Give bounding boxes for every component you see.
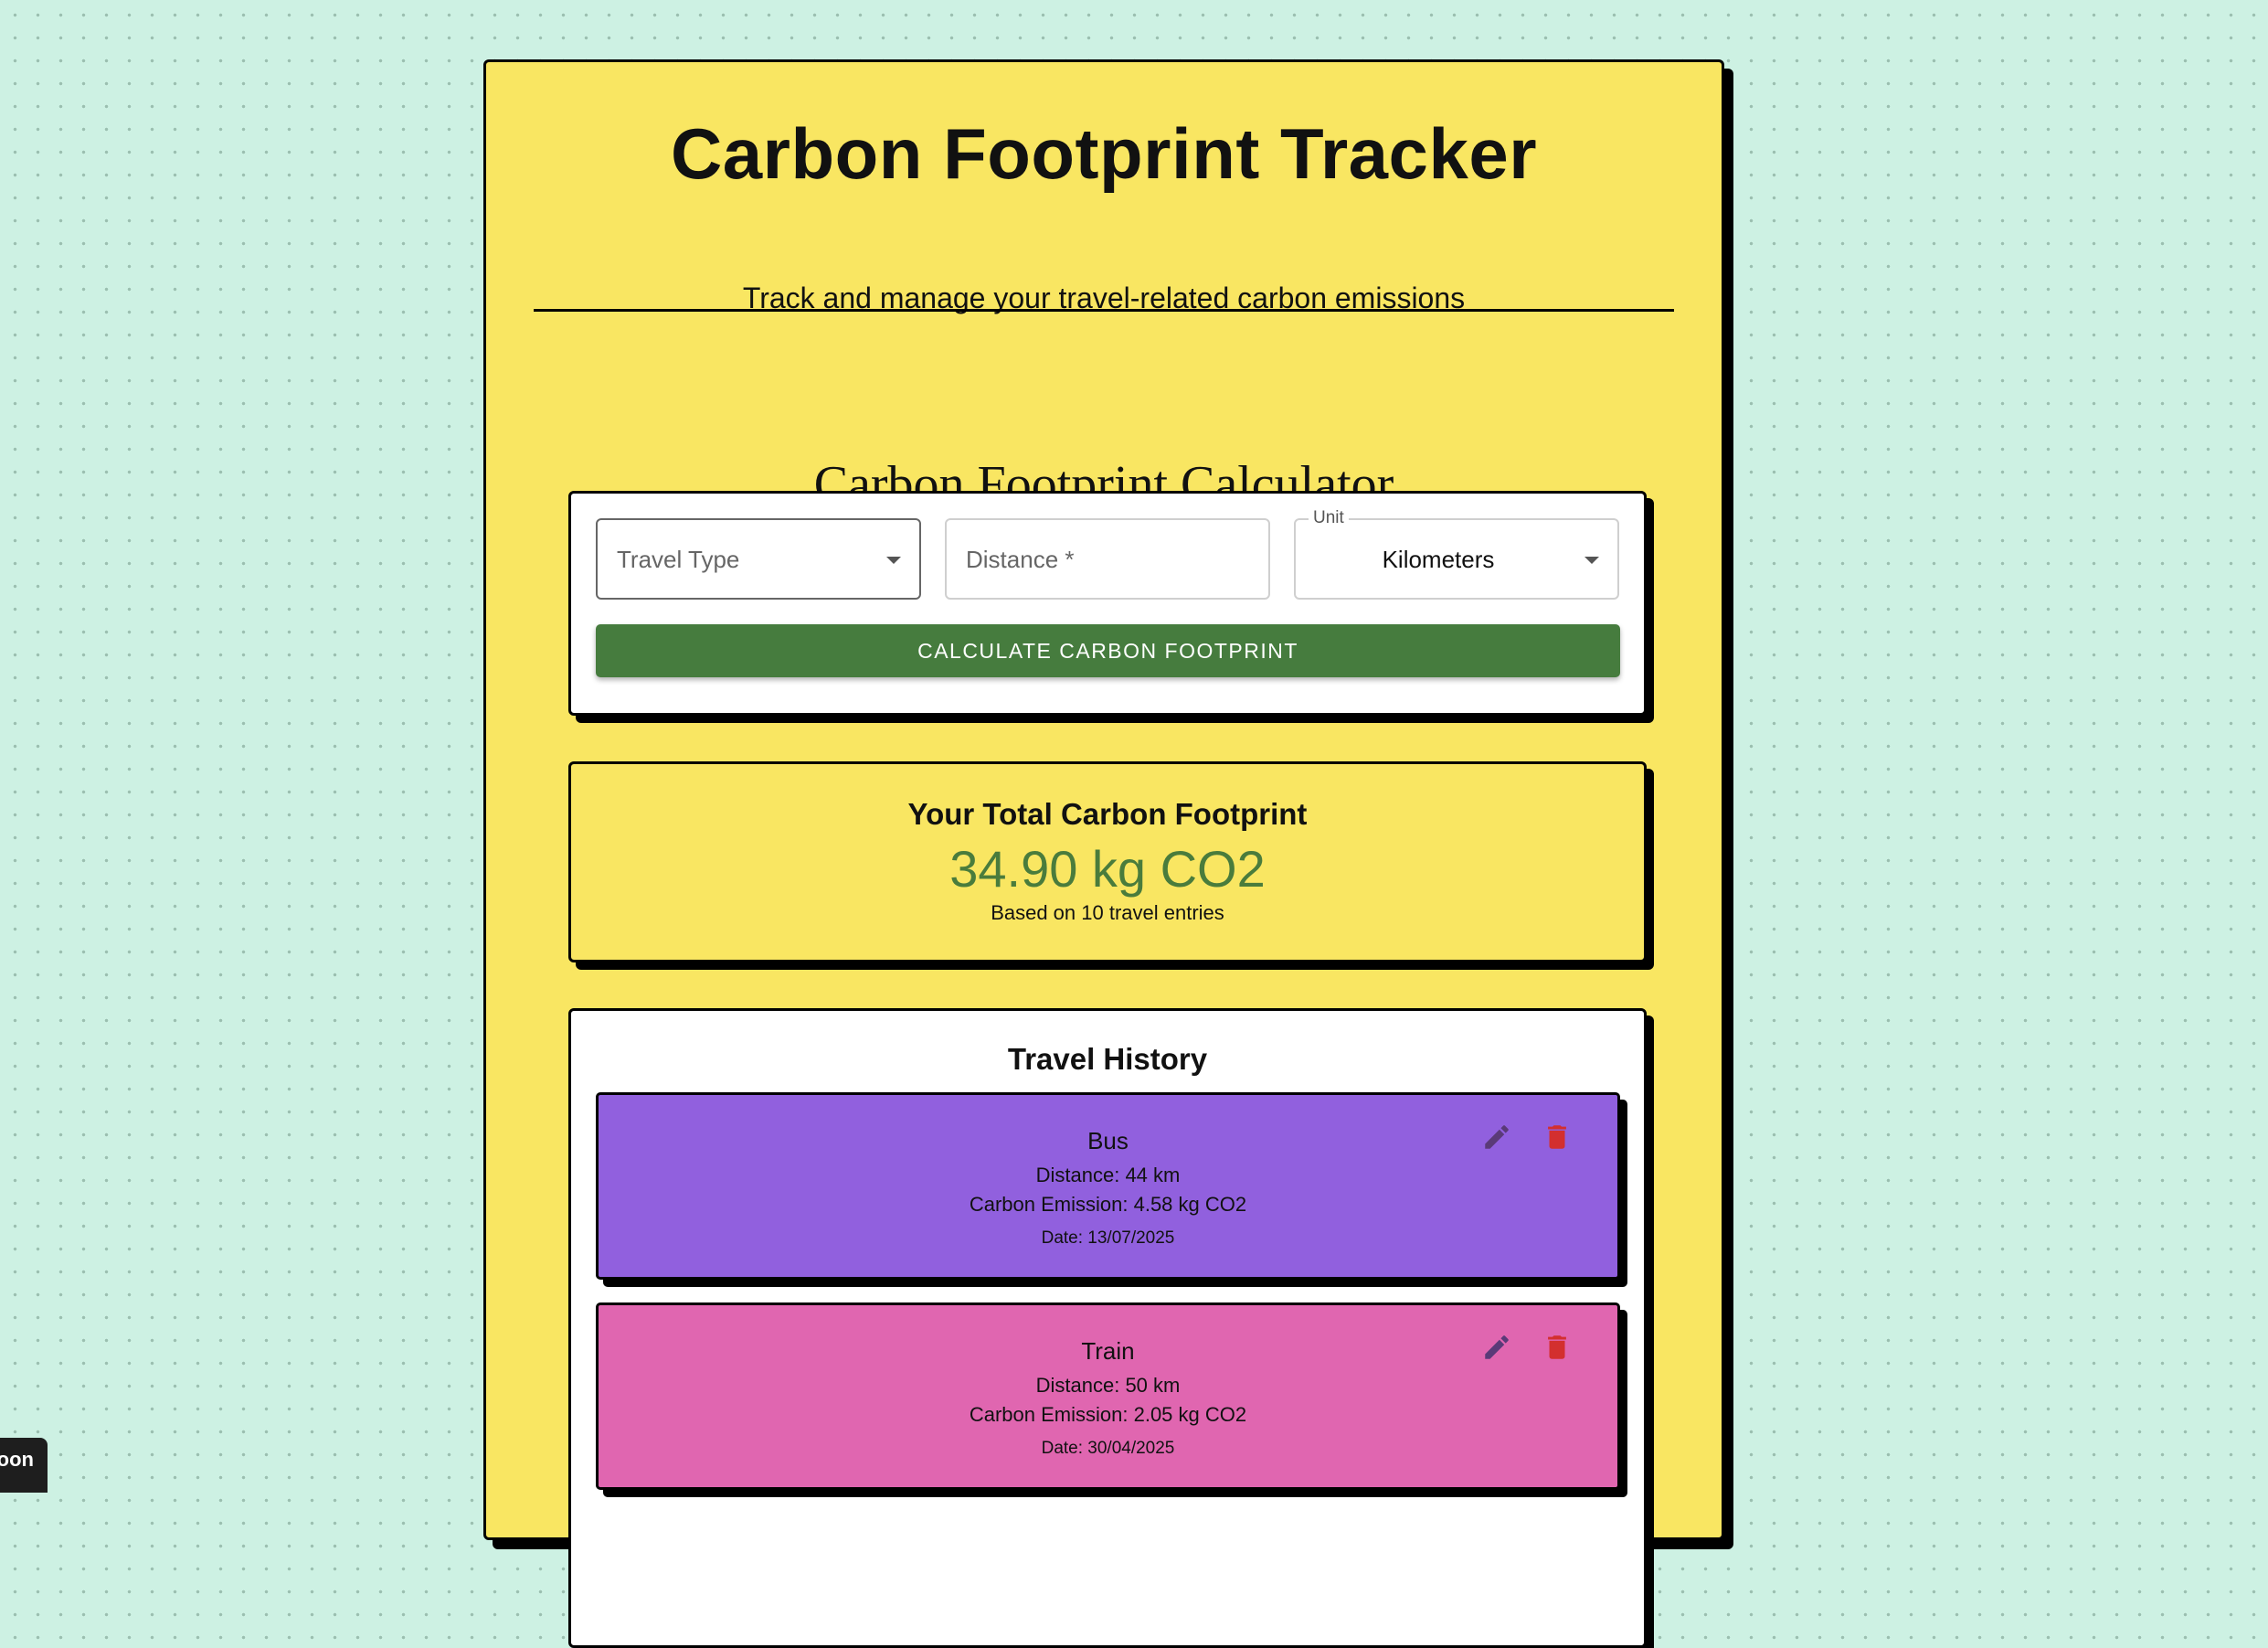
delete-button[interactable] (1541, 1121, 1574, 1154)
header-divider (534, 309, 1674, 312)
travel-history-panel: Travel History Bus Distance: 44 km Carbo… (568, 1008, 1647, 1648)
main-card: Carbon Footprint Tracker Track and manag… (483, 59, 1724, 1648)
edit-button[interactable] (1480, 1121, 1513, 1154)
unit-label: Unit (1309, 508, 1349, 528)
total-footprint-note: Based on 10 travel entries (991, 901, 1224, 924)
total-footprint-heading: Your Total Carbon Footprint (907, 797, 1308, 831)
corner-tab[interactable]: oon (0, 1438, 48, 1493)
entry-type: Train (1081, 1337, 1135, 1365)
history-entry: Bus Distance: 44 km Carbon Emission: 4.5… (596, 1092, 1620, 1280)
total-footprint-value: 34.90 kg CO2 (949, 840, 1266, 898)
pencil-icon (1485, 1125, 1509, 1149)
chevron-down-icon (886, 557, 901, 564)
entry-type: Bus (1087, 1127, 1129, 1154)
entry-date: Date: 30/04/2025 (1041, 1439, 1175, 1458)
trash-icon (1548, 1125, 1566, 1149)
chevron-down-icon (1584, 557, 1599, 564)
edit-button[interactable] (1480, 1331, 1513, 1364)
app-title: Carbon Footprint Tracker (670, 113, 1538, 194)
entry-emission: Carbon Emission: 2.05 kg CO2 (969, 1403, 1247, 1426)
entry-date: Date: 13/07/2025 (1041, 1228, 1175, 1248)
calculate-button[interactable]: CALCULATE CARBON FOOTPRINT (596, 624, 1620, 677)
travel-type-placeholder: Travel Type (617, 546, 740, 573)
entry-distance: Distance: 50 km (1035, 1374, 1181, 1397)
distance-input[interactable]: Distance * (945, 518, 1270, 600)
delete-button[interactable] (1541, 1331, 1574, 1364)
total-footprint-panel: Your Total Carbon Footprint 34.90 kg CO2… (568, 761, 1647, 962)
calculator-panel: Travel Type Distance * Unit Kilometers C… (568, 491, 1647, 716)
trash-icon (1548, 1335, 1566, 1359)
history-entry: Train Distance: 50 km Carbon Emission: 2… (596, 1302, 1620, 1490)
travel-type-select[interactable]: Travel Type (596, 518, 921, 600)
corner-tab-label: oon (0, 1448, 34, 1471)
unit-value: Kilometers (1382, 546, 1495, 573)
distance-placeholder: Distance * (966, 546, 1075, 573)
travel-history-title: Travel History (1007, 1042, 1208, 1076)
unit-select[interactable]: Unit Kilometers (1294, 508, 1619, 600)
pencil-icon (1485, 1335, 1509, 1359)
entry-distance: Distance: 44 km (1035, 1164, 1181, 1186)
entry-emission: Carbon Emission: 4.58 kg CO2 (969, 1193, 1247, 1216)
